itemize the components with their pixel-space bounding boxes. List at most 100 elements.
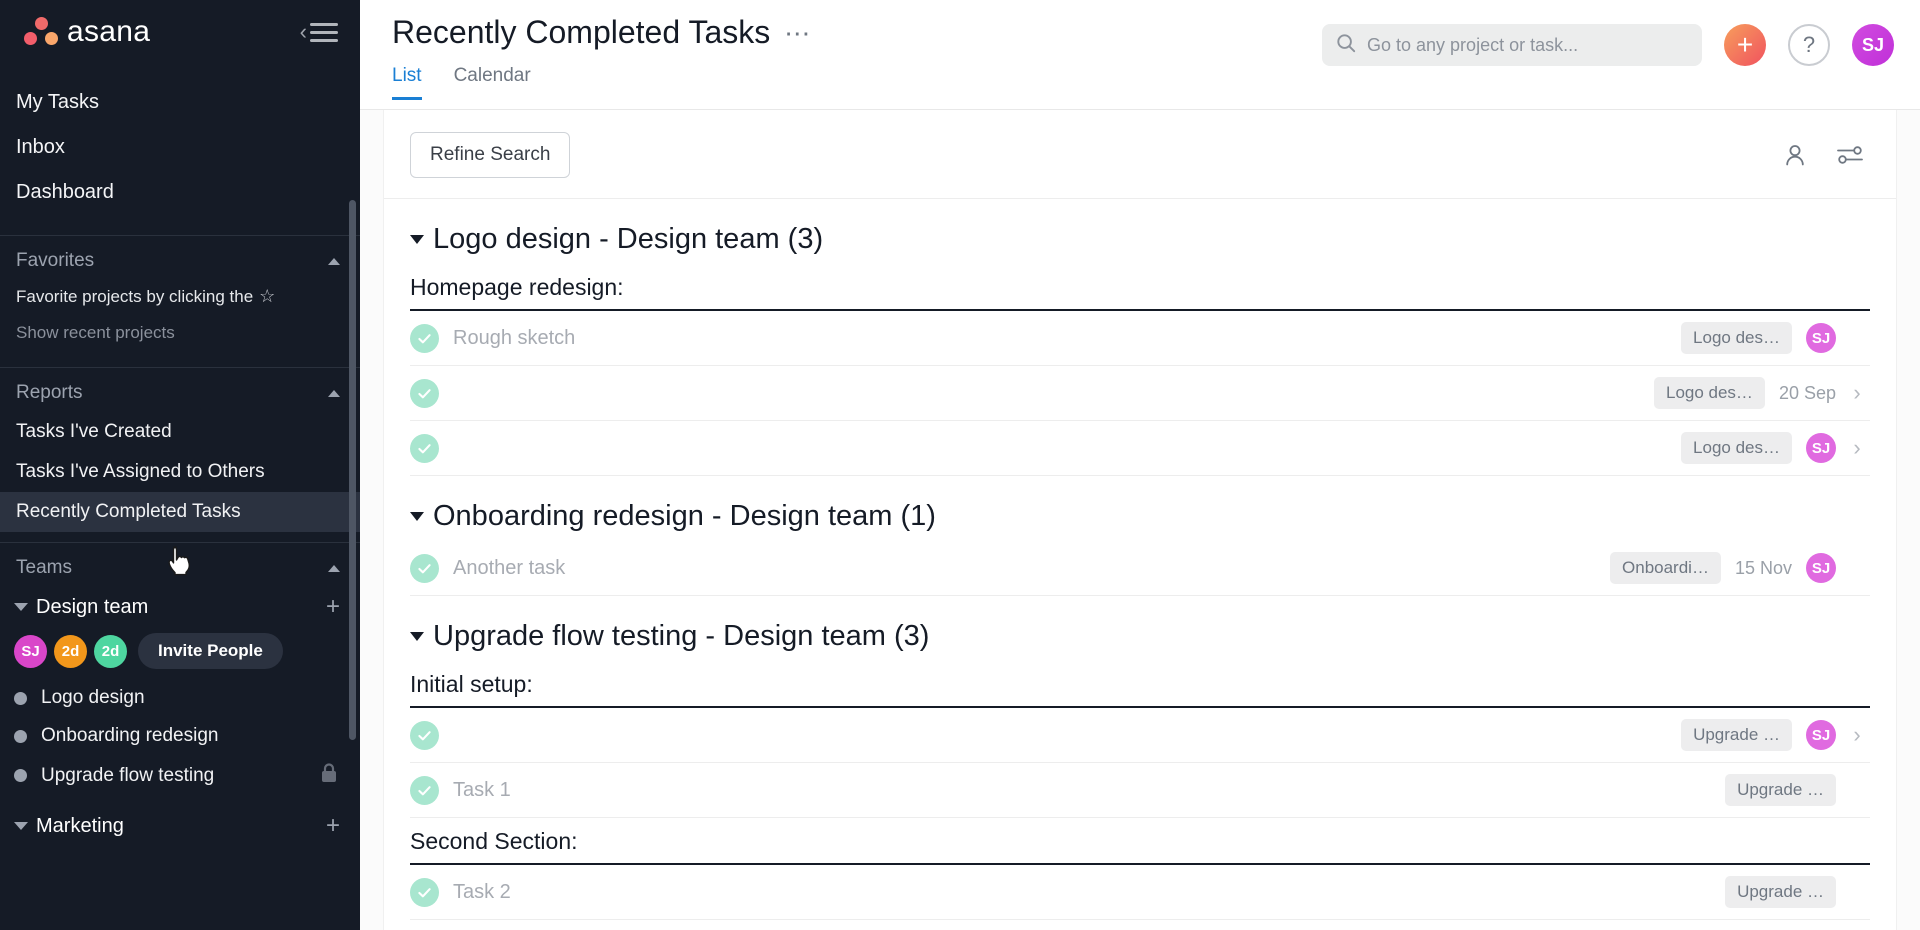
task-group-header[interactable]: Logo design - Design team (3) xyxy=(410,199,1870,264)
show-recent-projects-link[interactable]: Show recent projects xyxy=(0,315,360,357)
task-expand-chevron-icon[interactable]: › xyxy=(1850,437,1864,459)
task-assignee-avatar[interactable]: SJ xyxy=(1806,720,1836,750)
task-expand-chevron-icon[interactable]: › xyxy=(1850,724,1864,746)
add-button[interactable]: + xyxy=(1724,24,1766,66)
avatar[interactable]: SJ xyxy=(14,634,47,668)
task-group-title: Upgrade flow testing - Design team (3) xyxy=(433,620,930,652)
invite-people-button[interactable]: Invite People xyxy=(138,633,283,669)
refine-search-button[interactable]: Refine Search xyxy=(410,132,571,178)
help-button[interactable]: ? xyxy=(1788,24,1830,66)
team-design-team[interactable]: Design team + xyxy=(0,587,360,627)
task-expand-chevron-icon[interactable]: › xyxy=(1850,382,1864,404)
task-row[interactable]: Rough sketch Logo des… SJ xyxy=(410,311,1870,366)
favorites-hint: Favorite projects by clicking the ☆ xyxy=(0,280,360,315)
task-group: Logo design - Design team (3) Homepage r… xyxy=(384,199,1896,476)
task-due-date: 20 Sep xyxy=(1778,382,1836,403)
team-name-label: Marketing xyxy=(36,814,124,837)
sidebar-item-my-tasks[interactable]: My Tasks xyxy=(0,80,360,125)
search-box[interactable] xyxy=(1322,24,1702,66)
task-group-title: Logo design - Design team (3) xyxy=(433,223,824,255)
filter-sliders-icon[interactable] xyxy=(1836,143,1864,167)
collapse-sidebar-button[interactable]: ‹ xyxy=(300,21,338,43)
tab-calendar[interactable]: Calendar xyxy=(454,65,531,100)
task-section-header: Homepage redesign: xyxy=(410,264,1870,311)
task-assignee-avatar[interactable]: SJ xyxy=(1806,323,1836,353)
task-project-pill[interactable]: Upgrade … xyxy=(1681,719,1792,751)
star-icon: ☆ xyxy=(259,286,276,306)
task-row[interactable]: Logo des… 20 Sep › xyxy=(410,366,1870,421)
sidebar-primary-nav: My Tasks Inbox Dashboard xyxy=(0,64,360,225)
sidebar-item-inbox[interactable]: Inbox xyxy=(0,125,360,170)
content-area: Refine Search Logo design - Design team … xyxy=(360,110,1920,930)
avatar[interactable]: 2d xyxy=(54,634,87,668)
task-list-sheet: Refine Search Logo design - Design team … xyxy=(384,110,1896,930)
top-bar: Recently Completed Tasks ⋯ List Calendar xyxy=(360,0,1920,110)
reports-section-header[interactable]: Reports xyxy=(0,368,360,412)
task-complete-checkmark-icon[interactable] xyxy=(410,877,439,907)
chevron-left-icon: ‹ xyxy=(299,19,307,44)
favorites-label: Favorites xyxy=(16,250,95,271)
favorites-section-header[interactable]: Favorites xyxy=(0,236,360,280)
sidebar-item-tasks-ive-assigned[interactable]: Tasks I've Assigned to Others xyxy=(0,452,360,492)
task-row[interactable]: Logo des… SJ › xyxy=(410,421,1870,476)
team-marketing[interactable]: Marketing + xyxy=(0,796,360,846)
add-project-icon[interactable]: + xyxy=(326,814,340,838)
task-project-pill[interactable]: Upgrade … xyxy=(1725,774,1836,806)
task-project-pill[interactable]: Logo des… xyxy=(1681,322,1792,354)
sidebar-project-logo-design[interactable]: Logo design xyxy=(0,679,360,717)
person-icon[interactable] xyxy=(1782,142,1808,168)
task-complete-checkmark-icon[interactable] xyxy=(410,553,439,583)
task-due-date: 15 Nov xyxy=(1734,557,1792,578)
chevron-down-icon xyxy=(14,603,28,611)
add-project-icon[interactable]: + xyxy=(326,595,340,619)
tab-list[interactable]: List xyxy=(392,65,422,100)
asana-logo[interactable]: asana xyxy=(24,17,150,47)
task-name: Task 2 xyxy=(453,880,511,903)
chevron-down-icon xyxy=(410,632,424,641)
sidebar-project-onboarding-redesign[interactable]: Onboarding redesign xyxy=(0,717,360,755)
sidebar-item-recently-completed-tasks[interactable]: Recently Completed Tasks xyxy=(0,492,360,532)
main-area: Recently Completed Tasks ⋯ List Calendar xyxy=(360,0,1920,930)
task-row[interactable]: Task 2 Upgrade … xyxy=(410,865,1870,920)
sidebar: asana ‹ My Tasks Inbox Dashboard Favorit… xyxy=(0,0,360,930)
task-name: Another task xyxy=(453,556,566,579)
task-complete-checkmark-icon[interactable] xyxy=(410,323,439,353)
task-project-pill[interactable]: Onboardi… xyxy=(1610,552,1721,584)
project-dot-icon xyxy=(14,729,27,743)
sidebar-scrollbar[interactable] xyxy=(349,200,356,740)
sidebar-project-upgrade-flow-testing[interactable]: Upgrade flow testing xyxy=(0,755,360,796)
task-project-pill[interactable]: Upgrade … xyxy=(1725,876,1836,908)
task-complete-checkmark-icon[interactable] xyxy=(410,378,439,408)
top-bar-actions: + ? SJ xyxy=(1322,0,1894,66)
task-row[interactable]: Task 1 Upgrade … xyxy=(410,763,1870,818)
task-complete-checkmark-icon[interactable] xyxy=(410,775,439,805)
task-row[interactable]: Upgrade … SJ › xyxy=(410,708,1870,763)
task-assignee-avatar[interactable]: SJ xyxy=(1806,433,1836,463)
chevron-up-icon xyxy=(328,389,340,397)
task-group: Onboarding redesign - Design team (1) An… xyxy=(384,476,1896,596)
sidebar-item-dashboard[interactable]: Dashboard xyxy=(0,170,360,215)
project-name-label: Upgrade flow testing xyxy=(41,764,215,786)
task-group-header[interactable]: Upgrade flow testing - Design team (3) xyxy=(410,596,1870,661)
teams-section-header[interactable]: Teams xyxy=(0,543,360,587)
hamburger-menu-icon xyxy=(310,22,338,42)
task-groups: Logo design - Design team (3) Homepage r… xyxy=(384,199,1896,920)
sidebar-item-tasks-ive-created[interactable]: Tasks I've Created xyxy=(0,412,360,452)
task-project-pill[interactable]: Logo des… xyxy=(1653,377,1765,409)
search-input[interactable] xyxy=(1367,34,1688,56)
title-block: Recently Completed Tasks ⋯ List Calendar xyxy=(392,0,811,100)
task-complete-checkmark-icon[interactable] xyxy=(410,433,439,463)
chevron-up-icon xyxy=(328,564,340,572)
task-assignee-avatar[interactable]: SJ xyxy=(1806,553,1836,583)
project-dot-icon xyxy=(14,769,27,782)
task-row[interactable]: Another task Onboardi… 15 Nov SJ xyxy=(410,541,1870,596)
user-avatar[interactable]: SJ xyxy=(1852,24,1894,66)
chevron-down-icon xyxy=(14,822,28,830)
task-complete-checkmark-icon[interactable] xyxy=(410,720,439,750)
asana-app: asana ‹ My Tasks Inbox Dashboard Favorit… xyxy=(0,0,1920,930)
more-options-icon[interactable]: ⋯ xyxy=(784,20,811,46)
task-group-header[interactable]: Onboarding redesign - Design team (1) xyxy=(410,476,1870,541)
team-name-label: Design team xyxy=(36,595,149,618)
task-project-pill[interactable]: Logo des… xyxy=(1681,432,1792,464)
avatar[interactable]: 2d xyxy=(94,634,127,668)
